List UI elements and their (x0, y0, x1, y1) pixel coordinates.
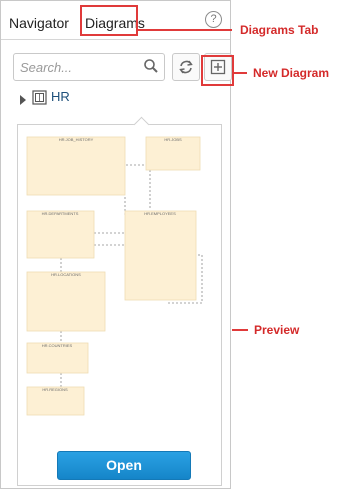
diagrams-tab-highlight (80, 5, 138, 36)
table-label: HR.REGIONS (42, 387, 68, 392)
callout-line (138, 29, 232, 31)
toolbar: Search... (1, 53, 232, 83)
diagram-preview: HR.JOB_HISTORY HR.JOBS HR.DEPARTMENTS HR… (17, 116, 222, 486)
table-label: HR.COUNTRIES (42, 343, 73, 348)
table-locations[interactable] (26, 271, 106, 332)
table-label: HR.JOBS (164, 137, 182, 142)
diagrams-tab-annotation: Diagrams Tab (240, 23, 319, 37)
diagram-icon (32, 90, 47, 110)
search-icon[interactable] (143, 58, 159, 79)
refresh-icon (173, 60, 199, 84)
diagram-canvas: HR.JOB_HISTORY HR.JOBS HR.DEPARTMENTS HR… (26, 136, 203, 416)
callout-line (234, 72, 247, 74)
preview-annotation: Preview (254, 323, 300, 337)
callout-line (232, 329, 248, 331)
table-label: HR.EMPLOYEES (144, 211, 176, 216)
refresh-button[interactable] (172, 53, 200, 81)
expand-arrow-icon[interactable] (19, 92, 27, 110)
table-job-history[interactable] (26, 136, 126, 196)
open-button[interactable]: Open (57, 451, 191, 480)
table-label: HR.LOCATIONS (51, 272, 81, 277)
search-input[interactable]: Search... (13, 53, 165, 81)
diagrams-panel: Navigator Diagrams ? Search... HR HR.JOB… (0, 0, 232, 489)
tree-item-label: HR (51, 89, 70, 104)
new-diagram-highlight (201, 55, 234, 86)
search-placeholder: Search... (20, 60, 73, 75)
table-label: HR.DEPARTMENTS (42, 211, 79, 216)
tab-navigator[interactable]: Navigator (9, 15, 69, 31)
table-employees[interactable] (124, 210, 197, 301)
new-diagram-annotation: New Diagram (253, 66, 330, 80)
help-icon[interactable]: ? (205, 11, 222, 28)
table-label: HR.JOB_HISTORY (59, 137, 94, 142)
table-departments[interactable] (26, 210, 95, 259)
